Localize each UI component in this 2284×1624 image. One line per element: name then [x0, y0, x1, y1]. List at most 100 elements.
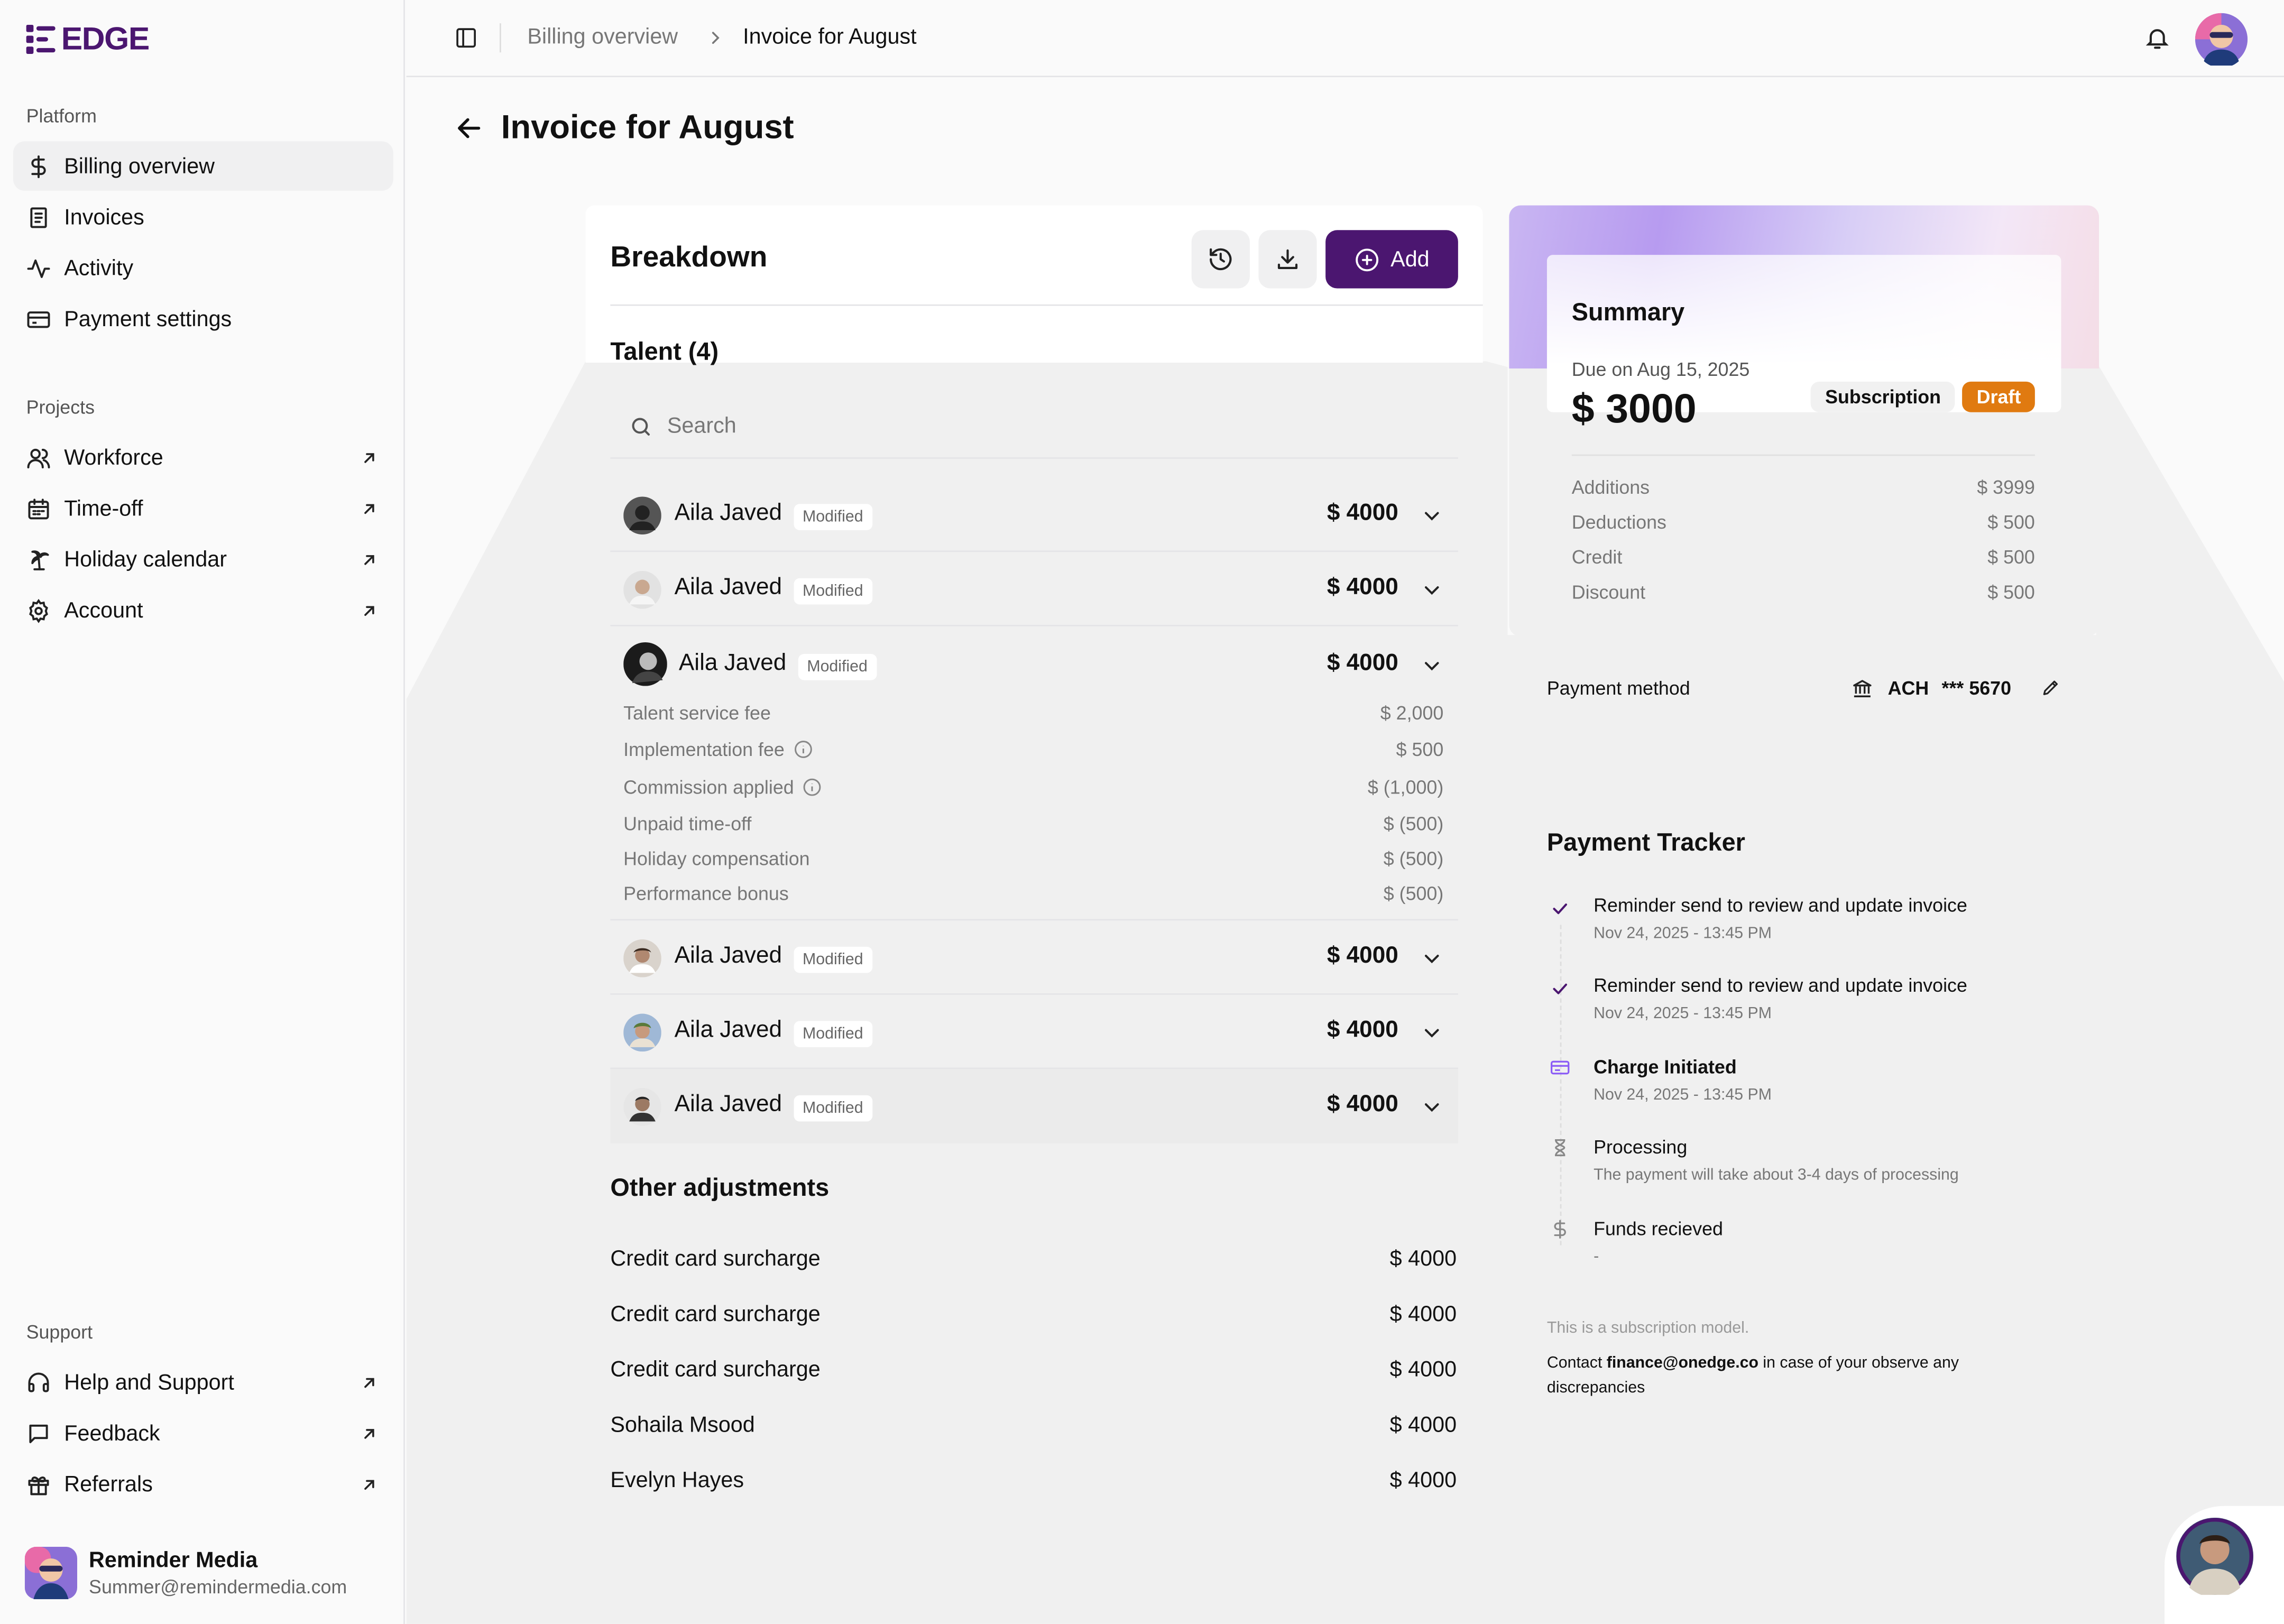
dollar-icon — [1554, 1220, 1566, 1239]
bell-icon[interactable] — [2144, 25, 2171, 51]
payment-method-label: Payment method — [1546, 677, 1690, 699]
table-row[interactable]: Aila Javed Modified $ 4000 — [610, 920, 1458, 995]
table-row[interactable]: Aila Javed Modified $ 4000 — [610, 1069, 1458, 1143]
sidebar-item-label: Invoices — [64, 205, 144, 229]
fee-label-text: Talent service fee — [623, 702, 771, 724]
modified-badge: Modified — [794, 578, 872, 605]
fee-value: $ (500) — [1383, 882, 1444, 905]
tracker-step-time: Nov 24, 2025 - 13:45 PM — [1594, 925, 1772, 943]
sidebar: EDGE Platform Billing overview Invoices … — [0, 0, 405, 1624]
sidebar-item-label: Feedback — [64, 1420, 160, 1446]
sidebar-item-time-off[interactable]: Time-off — [13, 484, 393, 533]
search-placeholder: Search — [667, 413, 736, 439]
add-button[interactable]: Add — [1325, 230, 1458, 289]
page-title: Invoice for August — [501, 107, 794, 146]
external-link-icon — [364, 503, 374, 513]
talent-heading: Talent (4) — [610, 338, 719, 366]
adjustment-label: Sohaila Msood — [610, 1413, 755, 1438]
fee-value: $ (500) — [1383, 813, 1444, 835]
sidebar-item-activity[interactable]: Activity — [13, 243, 393, 293]
top-bar: Billing overview Invoice for August — [406, 0, 2284, 78]
history-icon — [1210, 248, 1232, 271]
fee-label: Talent service fee — [623, 702, 771, 724]
finance-email-link[interactable]: finance@onedge.co — [1607, 1354, 1758, 1372]
avatar — [24, 1546, 78, 1600]
talent-name: Aila Javed — [674, 501, 782, 526]
history-button[interactable] — [1191, 230, 1250, 289]
talent-avatar — [623, 1088, 661, 1126]
talent-avatar — [623, 570, 661, 609]
divider — [499, 23, 501, 53]
fee-label: Unpaid time-off — [623, 813, 751, 834]
download-button[interactable] — [1258, 230, 1317, 289]
bank-icon — [1853, 680, 1872, 698]
sidebar-item-referrals[interactable]: Referrals — [13, 1460, 393, 1509]
fee-value: $ 2,000 — [1380, 702, 1444, 724]
dollar-icon — [31, 154, 46, 178]
check-icon — [1553, 903, 1567, 915]
chevron-down-icon[interactable] — [1422, 948, 1442, 969]
sidebar-item-label: Holiday calendar — [64, 547, 227, 572]
support-section-label: Support — [26, 1321, 93, 1343]
sidebar-item-holiday-calendar[interactable]: Holiday calendar — [13, 534, 393, 584]
talent-search[interactable]: Search — [610, 396, 1458, 459]
edit-icon[interactable] — [2041, 677, 2061, 698]
talent-amount: $ 4000 — [1327, 1092, 1398, 1118]
sidebar-toggle-icon[interactable] — [455, 26, 478, 50]
info-icon[interactable] — [793, 740, 812, 759]
sidebar-item-billing-overview[interactable]: Billing overview — [13, 141, 393, 191]
summary-line-value: $ 500 — [1987, 546, 2035, 568]
fee-label: Performance bonus — [623, 883, 789, 905]
chevron-down-icon[interactable] — [1422, 1097, 1442, 1118]
talent-amount: $ 4000 — [1327, 575, 1398, 601]
talent-amount: $ 4000 — [1327, 1018, 1398, 1043]
sidebar-item-label: Time-off — [64, 496, 143, 521]
external-link-icon — [364, 554, 374, 565]
fee-label-text: Performance bonus — [623, 882, 789, 905]
payment-method-type: ACH — [1887, 677, 1929, 699]
contact-note-pre: Contact — [1546, 1354, 1607, 1372]
sidebar-item-label: Payment settings — [64, 306, 232, 331]
brand-logo[interactable]: EDGE — [26, 21, 150, 59]
table-row[interactable]: Aila Javed Modified $ 4000 — [610, 995, 1458, 1069]
back-arrow-icon[interactable] — [455, 114, 484, 143]
table-row[interactable]: Aila Javed Modified $ 4000 — [610, 478, 1458, 552]
fee-label: Implementation fee — [623, 739, 812, 760]
sidebar-item-account[interactable]: Account — [13, 586, 393, 635]
modified-badge: Modified — [794, 1021, 872, 1047]
add-button-label: Add — [1390, 246, 1430, 272]
talent-avatar — [623, 1013, 661, 1052]
chevron-down-icon[interactable] — [1422, 580, 1442, 601]
chevron-down-icon[interactable] — [1422, 1022, 1442, 1043]
support-chat-avatar[interactable] — [2176, 1517, 2254, 1595]
tracker-step-time: Nov 24, 2025 - 13:45 PM — [1594, 1005, 1772, 1023]
header-avatar[interactable] — [2195, 13, 2248, 66]
summary-line-label: Additions — [1571, 476, 1650, 499]
fee-label: Holiday compensation — [623, 847, 809, 869]
sidebar-item-payment-settings[interactable]: Payment settings — [13, 294, 393, 344]
fee-label-text: Unpaid time-off — [623, 813, 752, 835]
chevron-down-icon[interactable] — [1422, 656, 1442, 676]
table-row[interactable]: Aila Javed Modified $ 4000 — [610, 552, 1458, 626]
sidebar-item-invoices[interactable]: Invoices — [13, 192, 393, 242]
chevron-right-icon — [712, 32, 720, 44]
talent-name: Aila Javed — [674, 575, 782, 601]
tracker-step-title: Funds recieved — [1594, 1217, 1723, 1240]
sidebar-item-help-support[interactable]: Help and Support — [13, 1358, 393, 1407]
table-row-expanded[interactable]: Aila Javed Modified $ 4000 — [610, 626, 1458, 921]
card-icon — [1551, 1060, 1570, 1075]
talent-name: Aila Javed — [674, 1018, 782, 1043]
user-profile[interactable]: Reminder Media Summer@remindermedia.com — [24, 1546, 347, 1600]
external-link-icon — [364, 1377, 374, 1387]
sidebar-item-feedback[interactable]: Feedback — [13, 1408, 393, 1458]
breadcrumb-parent[interactable]: Billing overview — [527, 25, 678, 50]
sidebar-item-label: Help and Support — [64, 1370, 234, 1395]
sidebar-item-workforce[interactable]: Workforce — [13, 432, 393, 482]
breadcrumb-current: Invoice for August — [743, 24, 917, 50]
summary-line-value: $ 500 — [1987, 511, 2035, 533]
tracker-title: Payment Tracker — [1546, 828, 1745, 856]
modified-badge: Modified — [794, 504, 872, 530]
info-icon[interactable] — [803, 778, 822, 797]
adjustment-label: Credit card surcharge — [610, 1357, 821, 1382]
chevron-down-icon[interactable] — [1422, 505, 1442, 526]
